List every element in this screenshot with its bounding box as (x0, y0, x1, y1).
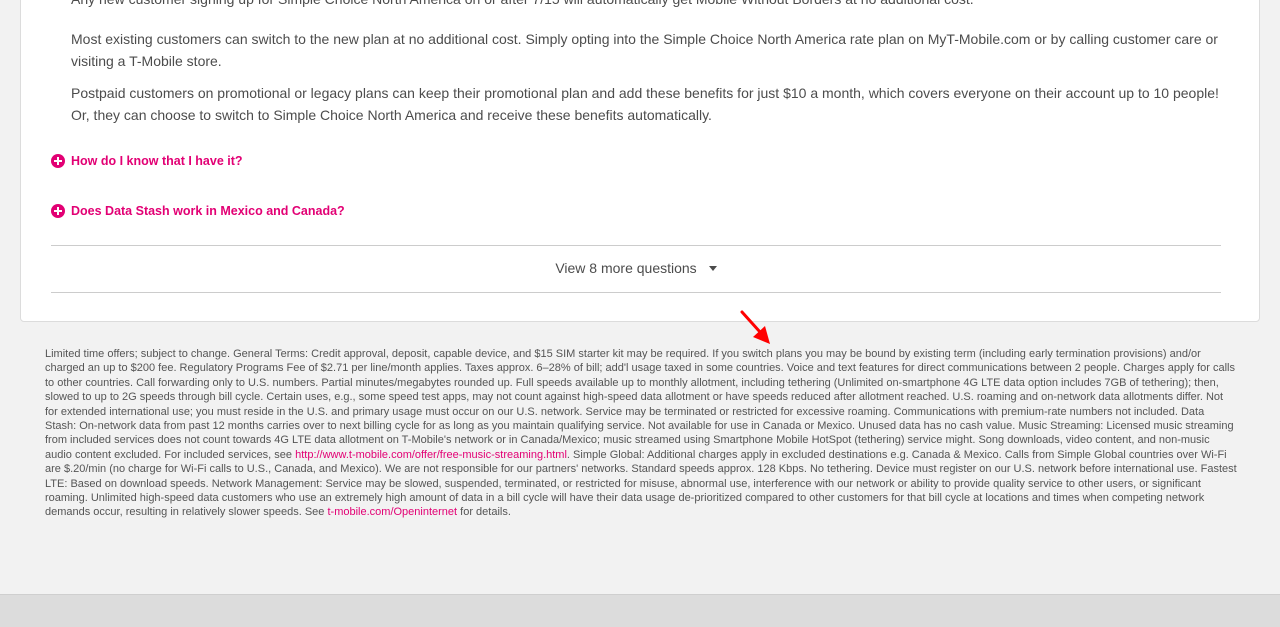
faq-question-label: How do I know that I have it? (71, 154, 243, 168)
faq-question-label: Does Data Stash work in Mexico and Canad… (71, 204, 345, 218)
open-internet-link[interactable]: t-mobile.com/Openinternet (327, 506, 457, 518)
view-more-questions-button[interactable]: View 8 more questions (51, 257, 1221, 279)
divider (51, 292, 1221, 293)
answer-paragraph: Postpaid customers on promotional or leg… (71, 85, 1219, 123)
faq-card: Any new customer signing up for Simple C… (20, 0, 1260, 322)
legal-text: for details. (457, 506, 511, 519)
legal-text: Limited time offers; subject to change. … (45, 348, 1235, 461)
plus-circle-icon (51, 204, 65, 218)
red-arrow-icon (740, 310, 770, 344)
answer-paragraph: Most existing customers can switch to th… (71, 31, 1218, 69)
plus-circle-icon (51, 154, 65, 168)
legal-disclaimer: Limited time offers; subject to change. … (45, 347, 1237, 520)
footer-bar (0, 594, 1280, 627)
divider (51, 245, 1221, 246)
faq-question-data-stash[interactable]: Does Data Stash work in Mexico and Canad… (51, 204, 345, 218)
view-more-label: View 8 more questions (555, 260, 697, 276)
chevron-down-icon (708, 265, 717, 271)
answer-paragraph: Any new customer signing up for Simple C… (71, 0, 1221, 10)
faq-question-have-it[interactable]: How do I know that I have it? (51, 154, 243, 168)
music-streaming-link[interactable]: http://www.t-mobile.com/offer/free-music… (295, 449, 567, 461)
